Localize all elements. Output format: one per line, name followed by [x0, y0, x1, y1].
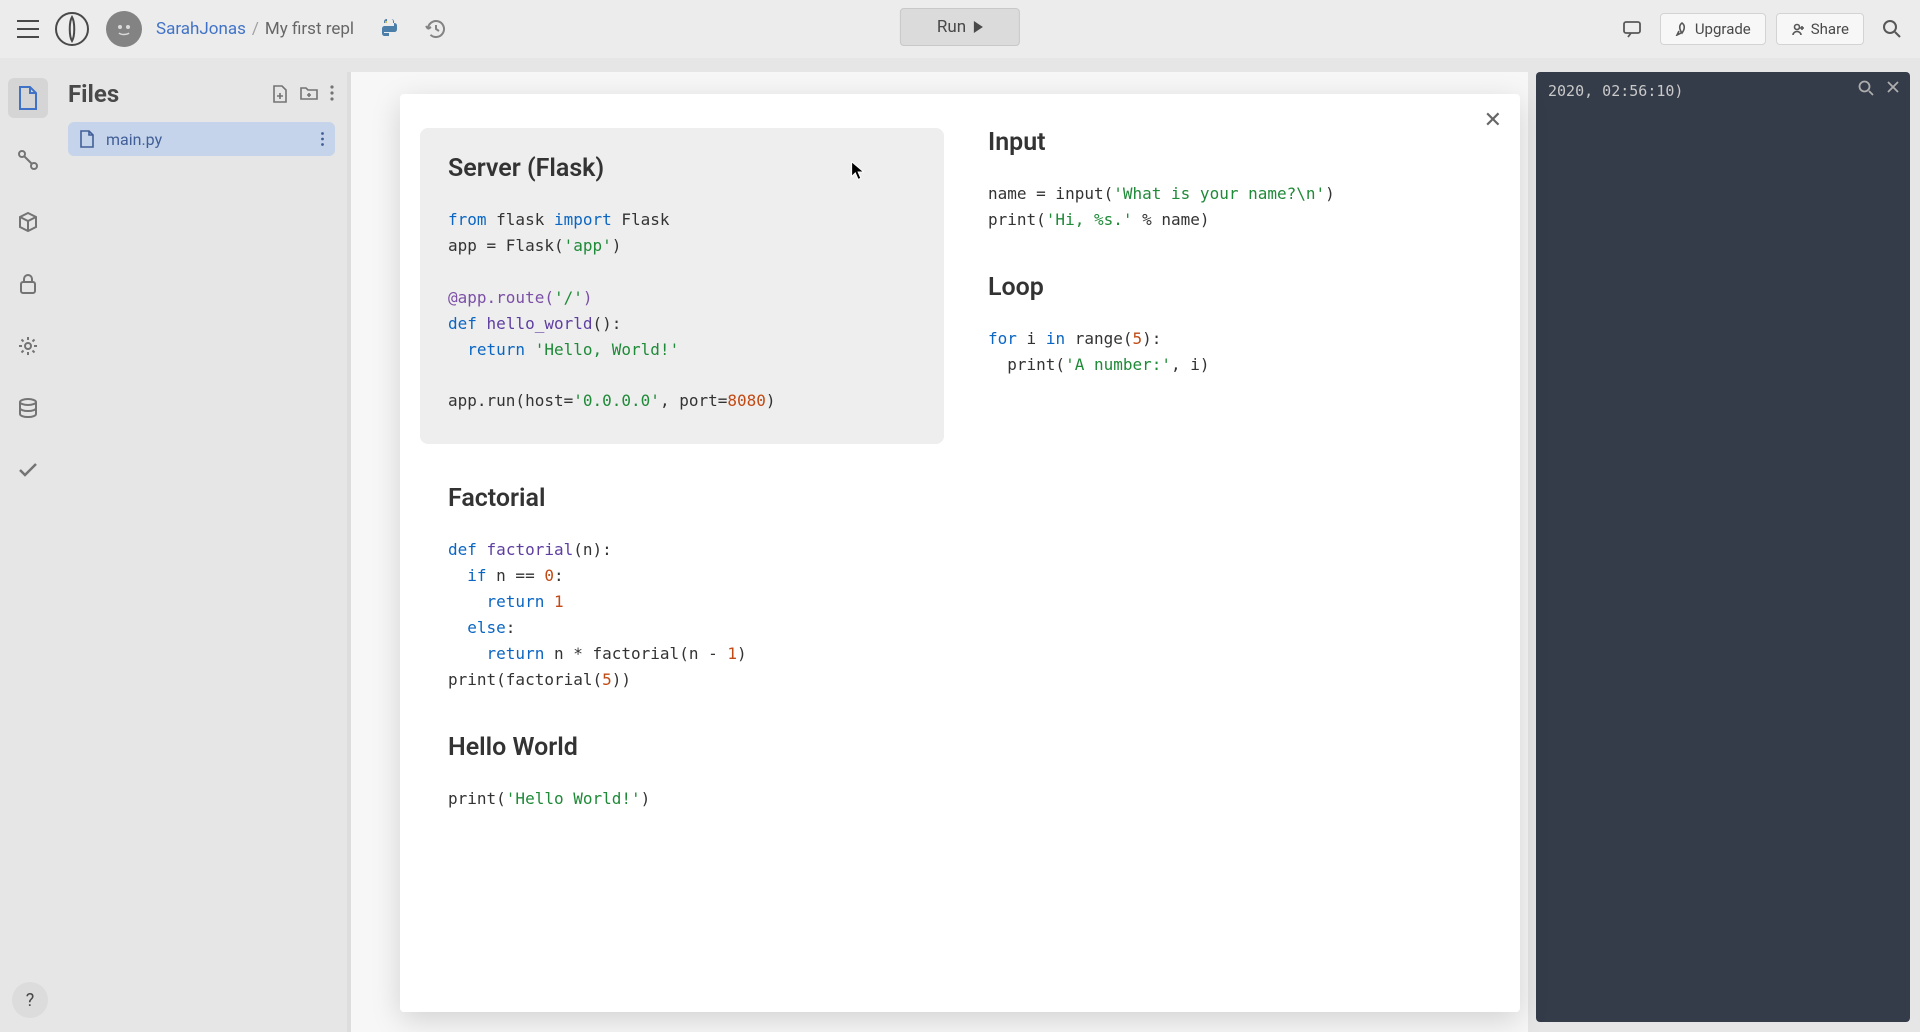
example-hello-code: print('Hello World!'): [448, 786, 932, 812]
example-loop-code: for i in range(5): print('A number:', i): [988, 326, 1472, 378]
example-loop-title: Loop: [988, 273, 1472, 302]
example-server[interactable]: Server (Flask) from flask import Flask a…: [420, 128, 944, 444]
example-hello-title: Hello World: [448, 733, 932, 762]
example-hello[interactable]: Hello World print('Hello World!'): [448, 733, 932, 812]
example-input-code: name = input('What is your name?\n') pri…: [988, 181, 1472, 233]
example-input[interactable]: Input name = input('What is your name?\n…: [988, 128, 1472, 233]
example-factorial-code: def factorial(n): if n == 0: return 1 el…: [448, 537, 932, 692]
examples-modal: ✕ Server (Flask) from flask import Flask…: [400, 94, 1520, 1012]
example-loop[interactable]: Loop for i in range(5): print('A number:…: [988, 273, 1472, 378]
example-server-code: from flask import Flask app = Flask('app…: [448, 207, 916, 414]
example-factorial[interactable]: Factorial def factorial(n): if n == 0: r…: [448, 484, 932, 692]
example-input-title: Input: [988, 128, 1472, 157]
modal-close-icon[interactable]: ✕: [1484, 108, 1502, 133]
example-factorial-title: Factorial: [448, 484, 932, 513]
example-server-title: Server (Flask): [448, 154, 916, 183]
